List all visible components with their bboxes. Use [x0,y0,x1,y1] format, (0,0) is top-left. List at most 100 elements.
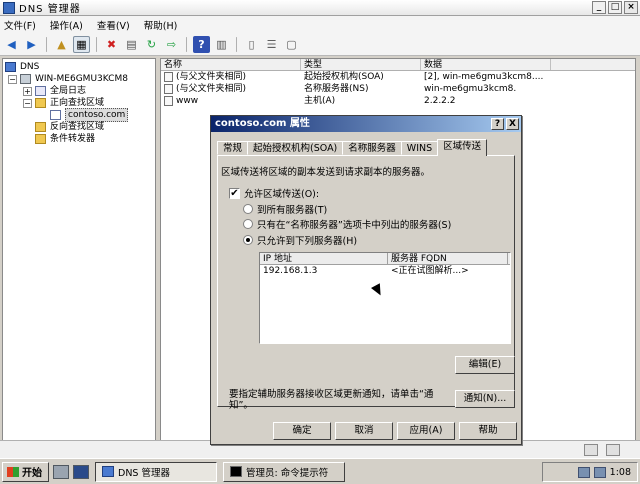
tree-label: DNS [20,62,40,72]
dialog-close-button[interactable]: X [506,118,519,130]
refresh-icon[interactable]: ↻ [143,36,160,53]
folder-icon [35,122,46,132]
tab-general[interactable]: 常规 [217,141,249,155]
dialog-title: contoso.com 属性 [215,118,310,129]
apply-button[interactable]: 应用(A) [397,422,455,440]
tree-item-global-logs[interactable]: + 全局日志 [5,85,155,97]
column-data[interactable]: 数据 [421,59,551,70]
record-name: (与父文件夹相同) [176,72,247,82]
tab-soa[interactable]: 起始授权机构(SOA) [247,141,344,155]
start-button[interactable]: 开始 [2,461,49,482]
tree-item-forwarders[interactable]: 条件转发器 [5,133,155,145]
menu-action[interactable]: 操作(A) [50,18,83,32]
task-label: 管理员: 命令提示符 [246,467,329,479]
tree-label: 全局日志 [50,86,87,96]
table-row[interactable]: 192.168.1.3 <正在试图解析...> [260,265,510,278]
tab-name-servers[interactable]: 名称服务器 [342,141,402,155]
record-type: 起始授权机构(SOA) [304,72,384,82]
up-icon[interactable]: ▲ [53,36,70,53]
folder-icon [35,134,46,144]
menu-bar: 文件(F) 操作(A) 查看(V) 帮助(H) [0,16,640,34]
cancel-button[interactable]: 取消 [335,422,393,440]
log-icon [35,86,46,96]
notify-note: 要指定辅助服务器接收区域更新通知，请单击“通知”。 [229,389,434,411]
action-icon [606,444,620,456]
properties-dialog: contoso.com 属性 ? X 常规 起始授权机构(SOA) 名称服务器 … [210,115,522,445]
delete-icon[interactable]: ✖ [103,36,120,53]
collapse-icon[interactable]: − [8,74,17,84]
allow-transfer-option[interactable]: ✔ 允许区域传送(O): [229,186,319,200]
ip-list-header: IP 地址 服务器 FQDN [260,253,510,265]
radio-button[interactable] [243,219,253,229]
tray-network-icon[interactable] [577,466,590,478]
help-button[interactable]: 帮助 [459,422,517,440]
expand-icon[interactable]: + [23,86,32,96]
notify-button[interactable]: 通知(N)... [455,390,515,408]
column-type[interactable]: 类型 [301,59,421,70]
maximize-button[interactable]: □ [608,1,622,14]
back-icon[interactable]: ◀ [3,36,20,53]
tree-item-zone-contoso[interactable]: contoso.com [5,108,155,122]
column-name[interactable]: 名称 [161,59,301,70]
clock[interactable]: 1:08 [610,467,631,478]
radio-label: 只有在“名称服务器”选项卡中列出的服务器(S) [257,220,452,231]
doc-icon[interactable]: ▢ [283,36,300,53]
export-icon[interactable]: ⇨ [163,36,180,53]
network-icon [584,444,598,456]
ok-button[interactable]: 确定 [273,422,331,440]
tab-zone-transfers[interactable]: 区域传送 [437,139,488,156]
server-icon[interactable]: ▯ [243,36,260,53]
help-icon[interactable]: ? [193,36,210,53]
radio-name-servers[interactable]: 只有在“名称服务器”选项卡中列出的服务器(S) [243,217,451,231]
record-icon [164,72,173,82]
column-fqdn[interactable]: 服务器 FQDN [388,253,508,264]
radio-following-servers[interactable]: 只允许到下列服务器(H) [243,233,357,247]
task-dns-manager[interactable]: DNS 管理器 [95,461,217,482]
record-data: win-me6gmu3kcm8. [424,84,517,94]
tree-item-reverse-zones[interactable]: 反向查找区域 [5,121,155,133]
allow-transfer-checkbox[interactable]: ✔ [229,187,240,199]
collapse-icon[interactable]: − [23,98,32,108]
server-ip-list[interactable]: IP 地址 服务器 FQDN 192.168.1.3 <正在试图解析...> [259,252,511,344]
tree-label: WIN-ME6GMU3KCM8 [35,74,128,84]
menu-file[interactable]: 文件(F) [4,18,36,32]
close-button[interactable]: × [624,1,638,14]
radio-button[interactable] [243,204,253,214]
server-manager-icon[interactable] [53,464,69,479]
task-command-prompt[interactable]: 管理员: 命令提示符 [223,461,345,482]
list-header: 名称 类型 数据 [161,59,635,71]
tree-item-server[interactable]: − WIN-ME6GMU3KCM8 [5,73,155,85]
table-row[interactable]: (与父文件夹相同) 起始授权机构(SOA) [2], win-me6gmu3kc… [161,71,635,83]
tab-wins[interactable]: WINS [400,141,439,155]
ip-address: 192.168.1.3 [263,266,318,276]
record-type: 主机(A) [304,96,336,106]
menu-help[interactable]: 帮助(H) [144,18,178,32]
list-icon[interactable]: ☰ [263,36,280,53]
properties-icon[interactable]: ▤ [123,36,140,53]
system-tray: 1:08 [542,462,638,482]
toolbar-separator [96,37,97,52]
taskbar: 开始 DNS 管理器 管理员: 命令提示符 1:08 [0,458,640,484]
minimize-button[interactable]: _ [592,1,606,14]
dialog-help-button[interactable]: ? [491,118,504,130]
column-ip[interactable]: IP 地址 [260,253,388,264]
cmd-icon [230,466,242,477]
table-row[interactable]: (与父文件夹相同) 名称服务器(NS) win-me6gmu3kcm8. [161,83,635,95]
tree-item-dns[interactable]: DNS [5,61,155,73]
table-row[interactable]: www 主机(A) 2.2.2.2 [161,95,635,107]
dns-app-icon [102,466,114,477]
window-titlebar: DNS 管理器 _ □ × [0,0,640,16]
radio-all-servers[interactable]: 到所有服务器(T) [243,202,327,216]
forward-icon[interactable]: ▶ [23,36,40,53]
tray-volume-icon[interactable] [593,466,606,478]
record-name: (与父文件夹相同) [176,84,247,94]
grid-icon[interactable]: ▥ [213,36,230,53]
edit-button[interactable]: 编辑(E) [455,356,515,374]
show-hide-tree-icon[interactable]: ▦ [73,36,90,53]
toolbar-separator [46,37,47,52]
radio-button-selected[interactable] [243,235,253,245]
powershell-icon[interactable] [73,464,89,479]
record-data: [2], win-me6gmu3kcm8.... [424,72,544,82]
start-label: 开始 [22,468,42,479]
menu-view[interactable]: 查看(V) [97,18,130,32]
